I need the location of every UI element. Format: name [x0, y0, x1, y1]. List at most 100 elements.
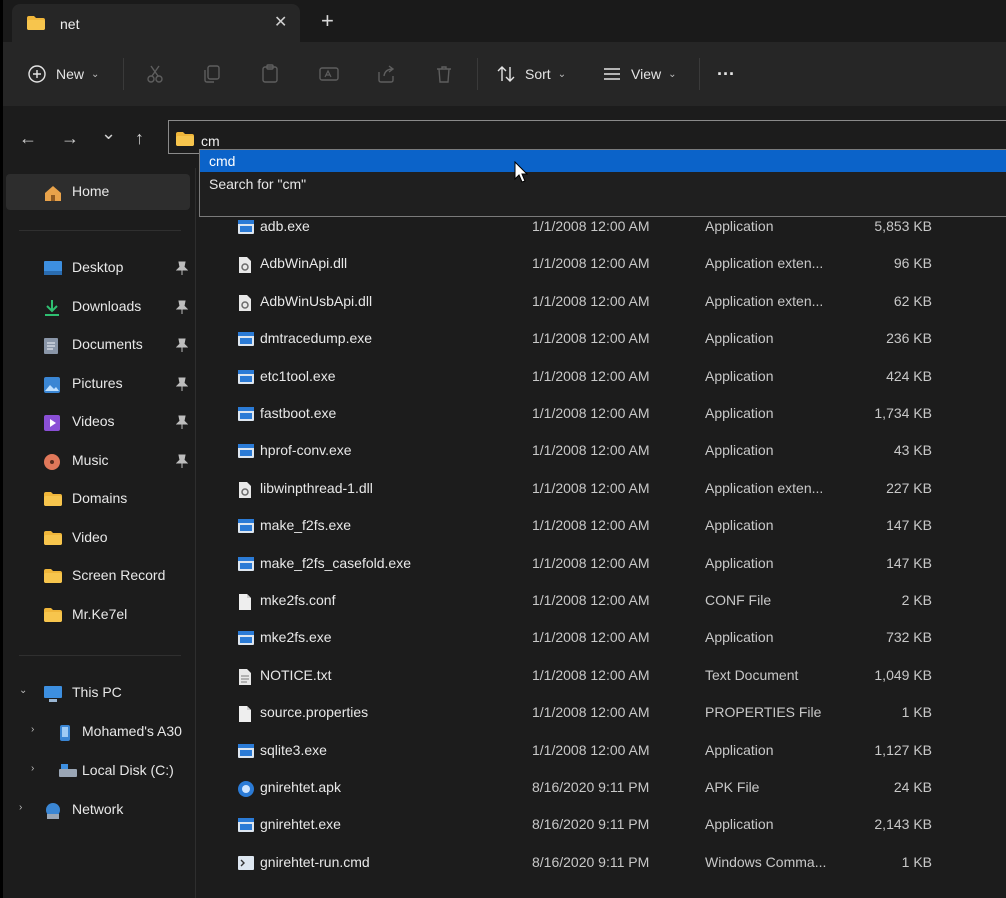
drive-icon — [59, 764, 77, 777]
file-list: adb.exe 1/1/2008 12:00 AM Application 5,853… — [196, 168, 1006, 898]
pin-icon — [176, 415, 188, 429]
sidebar-item-music[interactable]: Music — [6, 443, 190, 479]
copy-icon — [204, 65, 220, 83]
sidebar-item-downloads[interactable]: Downloads — [6, 289, 190, 325]
new-button[interactable]: New ⌄ — [27, 62, 99, 86]
chevron-right-icon[interactable]: › — [19, 802, 22, 813]
file-name: sqlite3.exe — [260, 741, 327, 758]
back-arrow-icon[interactable]: ← — [19, 128, 37, 149]
chevron-down-icon[interactable]: ⌄ — [19, 685, 27, 696]
dll-file-icon — [239, 257, 251, 274]
share-button[interactable] — [376, 62, 396, 86]
sidebar-item-label: Downloads — [72, 297, 142, 314]
file-name: make_f2fs_casefold.exe — [260, 554, 411, 571]
address-input[interactable]: cm — [201, 133, 220, 149]
view-button[interactable]: View ⌄ — [602, 62, 676, 86]
table-row[interactable]: make_f2fs_casefold.exe 1/1/2008 12:00 AM A… — [196, 545, 1006, 582]
sidebar-item-desktop[interactable]: Desktop — [6, 250, 190, 286]
table-row[interactable]: AdbWinUsbApi.dll 1/1/2008 12:00 AM Applica… — [196, 283, 1006, 320]
application-icon — [238, 556, 254, 571]
file-name: AdbWinUsbApi.dll — [260, 292, 373, 309]
file-size: 24 KB — [893, 779, 932, 795]
folder-icon — [176, 132, 194, 146]
file-name: gnirehtet.apk — [260, 779, 341, 795]
chevron-right-icon[interactable]: › — [31, 763, 34, 774]
tab-net[interactable]: net ✕ — [12, 4, 300, 42]
more-icon: ··· — [717, 63, 735, 84]
table-row[interactable]: dmtracedump.exe 1/1/2008 12:00 AM Applicat… — [196, 320, 1006, 357]
folder-icon — [44, 569, 62, 583]
pin-icon — [176, 377, 188, 391]
pin-icon — [176, 261, 188, 275]
delete-icon — [437, 66, 451, 83]
pin-icon — [176, 338, 188, 352]
file-date-modified: 8/16/2020 9:11 PM — [532, 779, 650, 795]
file-type: CONF File — [705, 592, 772, 608]
table-row[interactable]: libwinpthread-1.dll 1/1/2008 12:00 AM Appl… — [196, 470, 1006, 507]
view-label: View — [631, 66, 662, 82]
table-row[interactable]: AdbWinApi.dll 1/1/2008 12:00 AM Applicatio… — [196, 245, 1006, 282]
new-tab-button[interactable]: + — [321, 9, 334, 33]
close-tab-icon[interactable]: ✕ — [274, 12, 287, 32]
view-list-icon — [604, 68, 620, 80]
table-row[interactable]: gnirehtet.exe 8/16/2020 9:11 PM Applicatio… — [196, 806, 1006, 843]
copy-button[interactable] — [202, 62, 222, 86]
paste-button[interactable] — [260, 62, 280, 86]
table-row[interactable]: NOTICE.txt 1/1/2008 12:00 AM Text Document… — [196, 657, 1006, 694]
file-name: fastboot.exe — [260, 405, 337, 421]
delete-button[interactable] — [434, 62, 454, 86]
generic-file-icon — [239, 594, 251, 610]
up-arrow-icon[interactable]: ↑ — [135, 128, 144, 149]
file-type: Application exten... — [705, 479, 824, 496]
file-date-modified: 1/1/2008 12:00 AM — [532, 330, 650, 347]
application-icon — [238, 631, 254, 646]
sort-button[interactable]: Sort ⌄ — [496, 62, 566, 86]
tab-title: net — [60, 16, 80, 32]
table-row[interactable]: sqlite3.exe 1/1/2008 12:00 AM Application 1… — [196, 732, 1006, 769]
suggestion-item[interactable]: cmd — [200, 150, 1006, 172]
sidebar-item-home[interactable]: Home — [6, 174, 190, 210]
table-row[interactable]: gnirehtet-run.cmd 8/16/2020 9:11 PM Window… — [196, 844, 1006, 881]
sidebar-item-phone[interactable]: › Mohamed's A30 — [6, 714, 190, 750]
cut-button[interactable] — [145, 62, 165, 86]
dll-file-icon — [239, 481, 251, 498]
application-icon — [238, 818, 254, 833]
table-row[interactable]: source.properties 1/1/2008 12:00 AM PROPER… — [196, 694, 1006, 731]
file-type: Application — [705, 218, 774, 234]
chevron-right-icon[interactable]: › — [31, 724, 34, 735]
file-date-modified: 1/1/2008 12:00 AM — [532, 666, 650, 683]
add-circle-icon — [28, 65, 46, 83]
rename-button[interactable] — [318, 62, 340, 86]
sidebar-item-mr-ke7el[interactable]: Mr.Ke7el — [6, 597, 190, 633]
application-icon — [238, 519, 254, 534]
file-size: 236 KB — [886, 330, 932, 347]
table-row[interactable]: gnirehtet.apk 8/16/2020 9:11 PM APK File 24… — [196, 769, 1006, 806]
sidebar-item-video[interactable]: Video — [6, 520, 190, 556]
file-explorer-window: net ✕ + New ⌄ Sort ⌄ View ⌄ ··· ← → ⌄ ↑ … — [3, 0, 1006, 898]
sidebar-item-videos[interactable]: Videos — [6, 404, 190, 440]
sidebar-item-documents[interactable]: Documents — [6, 327, 190, 363]
music-icon — [44, 453, 60, 470]
table-row[interactable]: mke2fs.conf 1/1/2008 12:00 AM CONF File 2 K… — [196, 582, 1006, 619]
suggestion-item[interactable]: Search for "cm" — [200, 173, 1006, 195]
forward-arrow-icon[interactable]: → — [61, 128, 79, 149]
table-row[interactable]: make_f2fs.exe 1/1/2008 12:00 AM Applicatio… — [196, 507, 1006, 544]
file-size: 1,049 KB — [874, 666, 932, 683]
chevron-down-icon: ⌄ — [557, 68, 567, 80]
file-size: 147 KB — [886, 554, 932, 571]
table-row[interactable]: hprof-conv.exe 1/1/2008 12:00 AM Applicati… — [196, 432, 1006, 469]
sidebar-item-screen-record[interactable]: Screen Record — [6, 558, 190, 594]
sidebar-item-pictures[interactable]: Pictures — [6, 366, 190, 402]
sidebar-item-network[interactable]: › Network — [6, 792, 190, 828]
table-row[interactable]: fastboot.exe 1/1/2008 12:00 AM Application… — [196, 395, 1006, 432]
sidebar-item-domains[interactable]: Domains — [6, 481, 190, 517]
recent-locations-chevron-icon[interactable]: ⌄ — [101, 123, 116, 144]
sidebar-item-local-disk[interactable]: › Local Disk (C:) — [6, 753, 190, 789]
documents-icon — [44, 338, 58, 354]
more-options-button[interactable]: ··· — [717, 62, 735, 86]
sidebar-item-this-pc[interactable]: ⌄ This PC — [6, 675, 190, 711]
file-size: 5,853 KB — [874, 218, 932, 234]
folder-icon — [27, 16, 45, 30]
table-row[interactable]: mke2fs.exe 1/1/2008 12:00 AM Application 73… — [196, 619, 1006, 656]
table-row[interactable]: etc1tool.exe 1/1/2008 12:00 AM Application… — [196, 358, 1006, 395]
